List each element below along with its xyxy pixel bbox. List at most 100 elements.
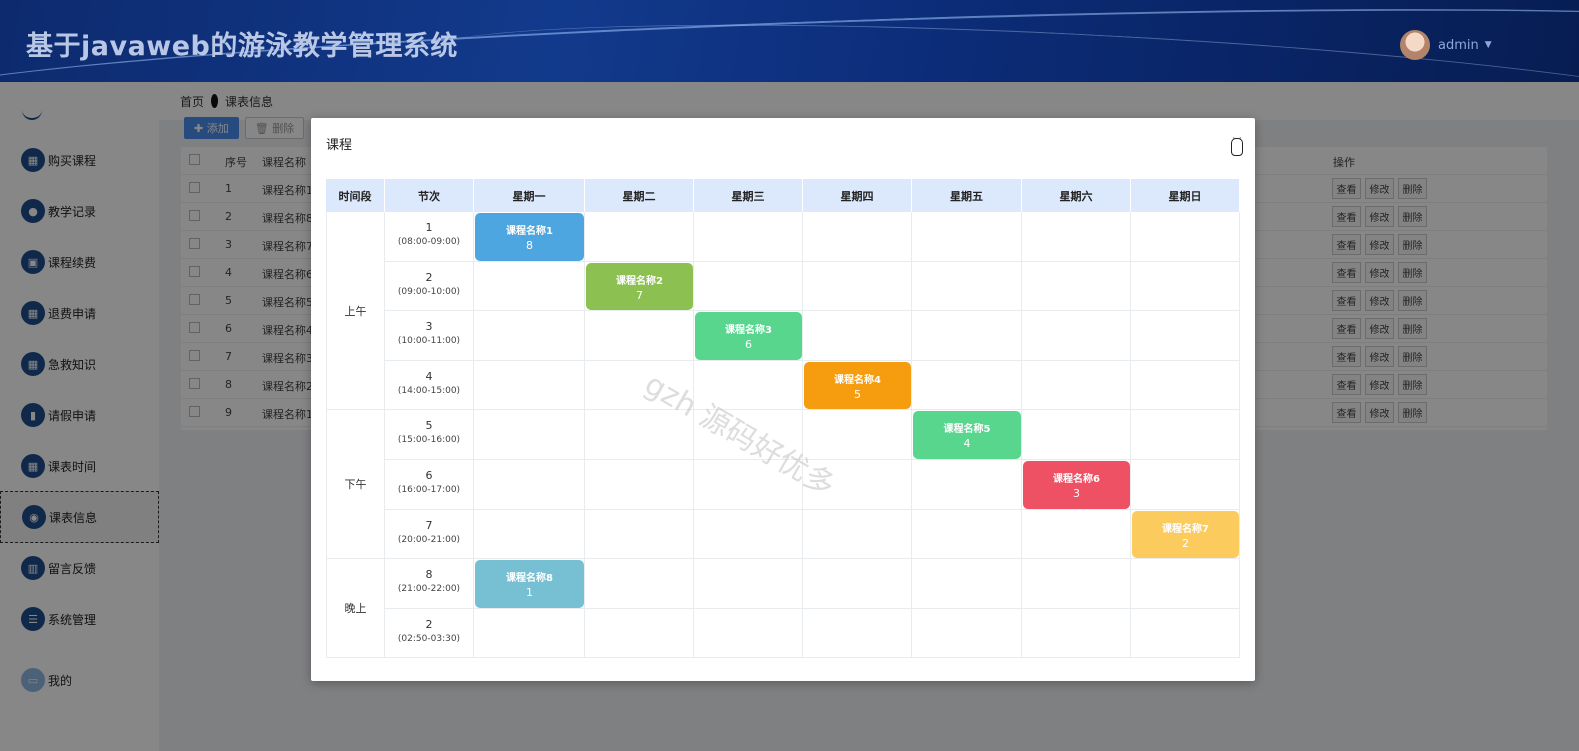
slot-time: (15:00-16:00) bbox=[397, 435, 461, 446]
slot-cell: 7 (20:00-21:00) bbox=[385, 509, 474, 560]
schedule-cell bbox=[1131, 460, 1240, 510]
course-name: 课程名称3 bbox=[725, 325, 772, 337]
slot-cell: 4 (14:00-15:00) bbox=[385, 360, 474, 411]
slot-cell: 2 (09:00-10:00) bbox=[385, 261, 474, 312]
slot-cell: 2 (02:50-03:30) bbox=[385, 608, 474, 659]
schedule-cell bbox=[1022, 311, 1131, 361]
schedule-cell bbox=[1131, 311, 1240, 361]
user-name: admin bbox=[1438, 37, 1479, 53]
course-count: 2 bbox=[1182, 536, 1189, 550]
slot-number: 6 bbox=[425, 469, 433, 482]
schedule-cell bbox=[585, 608, 694, 659]
schedule-cell bbox=[694, 212, 803, 262]
schedule-cell bbox=[912, 212, 1022, 262]
course-count: 5 bbox=[854, 387, 861, 401]
course-block[interactable]: 课程名称2 7 bbox=[586, 262, 693, 311]
modal-title: 课程 bbox=[326, 138, 353, 153]
schedule-cell bbox=[474, 410, 585, 460]
course-block[interactable]: 课程名称7 2 bbox=[1132, 510, 1239, 559]
schedule-cell bbox=[1022, 410, 1131, 460]
app-header: 基于javaweb的游泳教学管理系统 admin ▼ bbox=[0, 0, 1579, 82]
slot-time: (10:00-11:00) bbox=[397, 336, 461, 347]
schedule-cell bbox=[474, 360, 585, 411]
column-header: 星期二 bbox=[585, 179, 694, 212]
schedule-cell bbox=[803, 509, 912, 560]
slot-number: 3 bbox=[425, 320, 433, 334]
course-block[interactable]: 课程名称5 4 bbox=[913, 411, 1021, 459]
schedule-cell bbox=[803, 559, 912, 609]
user-menu[interactable]: admin ▼ bbox=[1400, 30, 1492, 60]
schedule-cell bbox=[912, 261, 1022, 312]
schedule-cell bbox=[694, 559, 803, 609]
schedule-cell bbox=[1022, 360, 1131, 411]
slot-cell: 8 (21:00-22:00) bbox=[385, 559, 474, 609]
column-header: 星期五 bbox=[912, 179, 1022, 212]
chevron-down-icon: ▼ bbox=[1484, 40, 1492, 50]
course-block[interactable]: 课程名称1 8 bbox=[475, 213, 584, 261]
slot-number: 5 bbox=[425, 419, 433, 433]
slot-number: 1 bbox=[425, 221, 433, 234]
course-name: 课程名称8 bbox=[506, 573, 553, 585]
schedule-cell bbox=[912, 559, 1022, 609]
schedule-modal: 课程 × 时间段节次星期一星期二星期三星期四星期五星期六星期日上午下午晚上1(0… bbox=[311, 118, 1255, 681]
course-count: 6 bbox=[745, 338, 752, 352]
schedule-cell bbox=[912, 360, 1022, 411]
column-header: 星期日 bbox=[1131, 179, 1240, 212]
schedule-cell bbox=[1022, 559, 1131, 609]
course-name: 课程名称7 bbox=[1162, 523, 1209, 535]
course-block[interactable]: 课程名称4 5 bbox=[804, 361, 911, 410]
slot-time: (16:00-17:00) bbox=[397, 485, 461, 495]
schedule-cell bbox=[585, 212, 694, 262]
slot-cell: 6 (16:00-17:00) bbox=[385, 460, 474, 510]
period-label: 晚上 bbox=[326, 559, 385, 659]
schedule-cell bbox=[694, 608, 803, 659]
schedule-cell bbox=[803, 261, 912, 312]
slot-time: (14:00-15:00) bbox=[397, 385, 461, 396]
schedule-cell bbox=[474, 608, 585, 659]
column-header: 星期三 bbox=[694, 179, 803, 212]
course-count: 3 bbox=[1073, 487, 1080, 500]
course-block[interactable]: 课程名称3 6 bbox=[695, 312, 802, 360]
slot-time: (21:00-22:00) bbox=[397, 584, 461, 595]
course-count: 8 bbox=[526, 239, 533, 252]
schedule-cell bbox=[1022, 212, 1131, 262]
schedule-cell bbox=[912, 509, 1022, 560]
course-count: 7 bbox=[636, 288, 643, 302]
schedule-cell bbox=[474, 311, 585, 361]
schedule-cell bbox=[912, 608, 1022, 659]
column-header: 星期四 bbox=[803, 179, 912, 212]
slot-number: 2 bbox=[425, 270, 433, 284]
app-title: 基于javaweb的游泳教学管理系统 bbox=[26, 31, 458, 62]
schedule-cell bbox=[1131, 410, 1240, 460]
schedule-cell bbox=[585, 559, 694, 609]
schedule-cell bbox=[585, 311, 694, 361]
schedule-cell bbox=[1131, 360, 1240, 411]
schedule-cell bbox=[803, 608, 912, 659]
course-name: 课程名称1 bbox=[506, 226, 553, 237]
course-block[interactable]: 课程名称6 3 bbox=[1023, 461, 1130, 509]
course-block[interactable]: 课程名称8 1 bbox=[475, 560, 584, 608]
slot-time: (09:00-10:00) bbox=[397, 286, 461, 297]
course-count: 1 bbox=[526, 586, 533, 600]
schedule-cell bbox=[694, 360, 803, 411]
schedule-cell bbox=[1022, 261, 1131, 312]
schedule-cell bbox=[585, 360, 694, 411]
schedule-cell bbox=[585, 460, 694, 510]
schedule-cell bbox=[474, 460, 585, 510]
schedule-cell bbox=[1131, 559, 1240, 609]
slot-number: 4 bbox=[425, 369, 433, 383]
slot-cell: 3 (10:00-11:00) bbox=[385, 311, 474, 361]
schedule-cell bbox=[803, 311, 912, 361]
slot-number: 8 bbox=[425, 568, 433, 582]
course-name: 课程名称6 bbox=[1053, 474, 1100, 485]
column-header: 节次 bbox=[385, 179, 474, 212]
schedule-cell bbox=[803, 460, 912, 510]
schedule-cell bbox=[694, 410, 803, 460]
schedule-cell bbox=[694, 261, 803, 312]
schedule-cell bbox=[912, 460, 1022, 510]
slot-cell: 1 (08:00-09:00) bbox=[385, 212, 474, 262]
schedule-cell bbox=[1022, 608, 1131, 659]
period-label: 上午 bbox=[326, 212, 385, 411]
slot-time: (02:50-03:30) bbox=[397, 633, 461, 644]
schedule-cell bbox=[1131, 212, 1240, 262]
